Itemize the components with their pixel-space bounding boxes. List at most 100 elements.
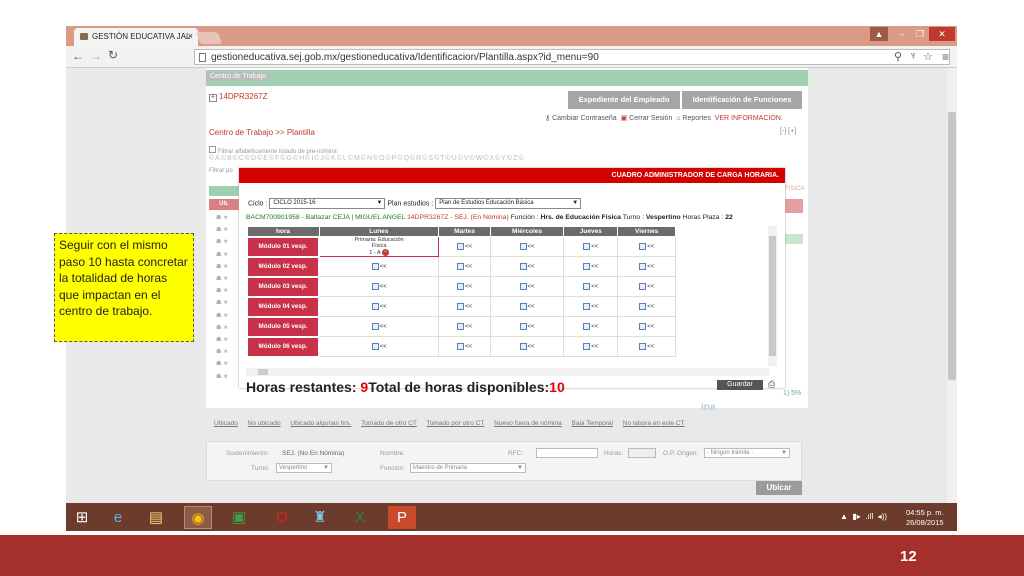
assign-icon[interactable] [583,282,591,290]
ciclo-select[interactable]: CICLO 2015-16 ▼ [269,198,386,209]
assign-icon[interactable] [519,342,527,350]
assigned-slot[interactable]: Primaria: Educación Física 1 - A − [318,236,440,257]
slot-cell[interactable]: << [617,296,676,317]
legend-item[interactable]: Nuevo fuera de nómina [494,420,562,427]
tab-close-icon[interactable]: × [188,31,193,41]
legend-item[interactable]: No labora en este CT [623,420,685,427]
grid-scroll-thumb[interactable] [769,236,776,356]
change-password-link[interactable]: Cambiar Contraseña [552,115,617,122]
ver-informacion-link[interactable]: VER INFORMACIÓN. [715,115,783,122]
assign-icon[interactable] [583,262,591,270]
windows-start-icon[interactable]: ⊞ [68,506,96,529]
assign-icon[interactable] [519,262,527,270]
reload-icon[interactable]: ↻ [108,48,118,62]
assign-icon[interactable] [519,242,527,250]
slot-cell[interactable]: << [438,256,491,277]
forward-icon[interactable]: → [90,49,102,63]
slot-cell[interactable]: << [563,276,619,297]
slot-cell[interactable]: << [617,236,676,257]
grid-horizontal-scrollbar[interactable] [246,368,769,376]
plan-select[interactable]: Plan de Estudios Educación Básica ▼ [435,198,582,209]
chrome-icon[interactable]: ◉ [184,506,212,529]
slot-cell[interactable]: << [438,296,491,317]
legend-item[interactable]: Tomado de otro CT [361,420,417,427]
slot-cell[interactable]: << [563,256,619,277]
url-field[interactable]: gestioneducativa.sej.gob.mx/gestioneduca… [194,49,950,65]
remove-icon[interactable]: − [381,249,389,256]
save-button[interactable]: Guardar [717,380,763,390]
slot-cell[interactable]: << [489,296,565,317]
page-scroll-thumb[interactable] [948,112,956,380]
slot-cell[interactable]: << [489,316,565,337]
identificacion-button[interactable]: Identificación de Funciones [682,91,802,109]
slot-cell[interactable]: << [489,336,565,357]
op-select[interactable]: - Ningún trámite - ▼ [704,448,790,458]
assign-icon[interactable] [457,262,465,270]
assign-icon[interactable] [457,282,465,290]
ct-menu[interactable]: Centro de Trabajo [206,72,271,81]
assign-icon[interactable] [583,342,591,350]
slot-cell[interactable]: << [438,236,491,257]
legend-item[interactable]: Baja Temporal [572,420,613,427]
collapse-controls[interactable]: [-] [+] [780,128,796,135]
expand-icon[interactable]: + [209,94,217,102]
assign-icon[interactable] [519,282,527,290]
store-icon[interactable]: ▣ [225,506,253,529]
slot-cell[interactable]: << [318,256,440,277]
legend-item[interactable]: Ubicado [214,420,238,427]
slot-cell[interactable]: << [438,336,491,357]
assign-icon[interactable] [371,322,379,330]
ubicar-button[interactable]: Ubicar [756,481,802,495]
print-icon[interactable]: ⎙ [768,379,775,390]
minimize-button[interactable]: – [893,27,911,41]
assign-icon[interactable] [639,302,647,310]
system-tray[interactable]: ▲ ▮▸ .ıll ◂)) [840,512,887,521]
assign-icon[interactable] [639,242,647,250]
slot-cell[interactable]: << [563,296,619,317]
close-window-button[interactable]: ✕ [929,27,955,41]
assign-icon[interactable] [519,302,527,310]
legend-item[interactable]: No ubicado [248,420,281,427]
slot-cell[interactable]: << [318,276,440,297]
new-tab-button[interactable] [195,32,223,44]
clock[interactable]: 04:55 p. m. 26/08/2015 [906,508,944,528]
grid-hscroll-thumb[interactable] [258,369,268,375]
slot-cell[interactable]: << [563,236,619,257]
assign-icon[interactable] [371,262,379,270]
slot-cell[interactable]: << [438,316,491,337]
file-explorer-icon[interactable]: ▤ [142,506,170,529]
assign-icon[interactable] [371,342,379,350]
assign-icon[interactable] [457,342,465,350]
slot-cell[interactable]: << [438,276,491,297]
horas-field[interactable] [628,448,656,458]
assign-icon[interactable] [371,282,379,290]
assign-icon[interactable] [583,302,591,310]
filter-toggle-icon[interactable] [209,146,216,153]
legend-item[interactable]: Tomado por otro CT [427,420,485,427]
expediente-button[interactable]: Expediente del Empleado [568,91,680,109]
assign-icon[interactable] [519,322,527,330]
slot-cell[interactable]: << [617,276,676,297]
slot-cell[interactable]: << [489,256,565,277]
slot-cell[interactable]: << [489,236,565,257]
ct-code-link[interactable]: +14DPR3267Z [209,92,267,102]
assign-icon[interactable] [639,322,647,330]
assign-icon[interactable] [583,242,591,250]
turno-select[interactable]: Vespertino ▼ [276,463,332,473]
app-icon[interactable]: ♜ [306,506,334,529]
logout-link[interactable]: Cerrar Sesión [629,115,672,122]
browser-tab[interactable]: GESTIÓN EDUCATIVA JAL × [74,28,198,46]
slot-cell[interactable]: << [489,276,565,297]
slot-cell[interactable]: << [318,336,440,357]
slot-cell[interactable]: << [318,316,440,337]
funcion-select[interactable]: Maestro de Primaria ▼ [410,463,526,473]
extension-icon[interactable]: ♆ [909,50,917,62]
bookmark-star-icon[interactable]: ☆ [923,50,933,63]
ie-icon[interactable]: e [104,506,132,529]
powerpoint-icon[interactable]: P [388,506,416,529]
alphabet-filter[interactable]: ©A©B©C©D©E©F©G©H©I©J©K©L©M©N©O©P©Q©R©S©T… [209,155,525,162]
assign-icon[interactable] [639,262,647,270]
assign-icon[interactable] [639,342,647,350]
opera-icon[interactable]: O [268,506,296,529]
rfc-field[interactable] [536,448,598,458]
